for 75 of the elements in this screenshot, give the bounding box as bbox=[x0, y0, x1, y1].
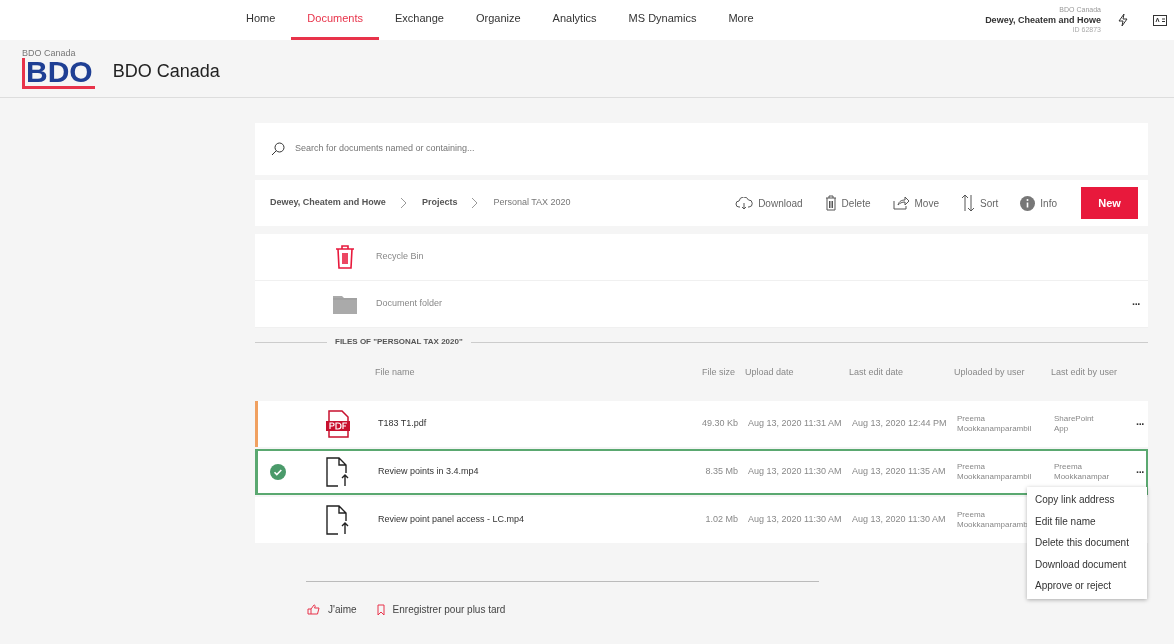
table-cell: Preema Mookkanamparambil bbox=[957, 414, 1032, 434]
nav-tab[interactable]: Home bbox=[230, 0, 292, 40]
section-title: FILES OF "PERSONAL TAX 2020" bbox=[334, 336, 464, 348]
more-button[interactable]: ··· bbox=[1136, 463, 1151, 481]
lightning-icon[interactable] bbox=[1117, 13, 1129, 27]
toolbar-button[interactable]: Delete bbox=[824, 195, 871, 211]
nav-tab[interactable]: MS Dynamics bbox=[612, 0, 713, 40]
toolbar-button[interactable]: Move bbox=[892, 195, 939, 211]
pdf-file-icon bbox=[326, 410, 350, 438]
table-cell-text: Aug 13, 2020 11:30 AM bbox=[748, 513, 843, 527]
thumbs-up-icon bbox=[307, 604, 320, 615]
column-header: File size bbox=[701, 366, 736, 380]
contact-card-icon[interactable] bbox=[1153, 14, 1167, 26]
breadcrumb-link[interactable]: Projects bbox=[421, 196, 458, 210]
trash-icon bbox=[824, 195, 837, 211]
nav-tab[interactable]: Documents bbox=[291, 0, 379, 40]
toolbar-button[interactable]: Info bbox=[1020, 195, 1057, 211]
column-header: Upload date bbox=[745, 366, 795, 380]
nav-tab[interactable]: Exchange bbox=[379, 0, 460, 40]
toolbar-button[interactable]: Download bbox=[735, 195, 803, 211]
sort-icon bbox=[960, 194, 975, 212]
table-cell-text: 8.35 Mb bbox=[704, 465, 739, 479]
nav-tab[interactable]: Analytics bbox=[536, 0, 613, 40]
chevron-icon bbox=[399, 197, 408, 209]
organization-caption: BDO Canada bbox=[22, 48, 77, 58]
menu-item[interactable]: Download document bbox=[1027, 553, 1147, 575]
table-cell-text: 1.02 Mb bbox=[704, 513, 739, 527]
table-cell: Preema Mookkanamparamb bbox=[957, 510, 1028, 530]
table-cell: Preema Mookkanampar bbox=[1054, 462, 1110, 482]
table-cell-text: Aug 13, 2020 11:35 AM bbox=[852, 465, 947, 479]
logo[interactable]: BDO bbox=[22, 58, 95, 89]
folder-link[interactable]: Document folder bbox=[376, 297, 443, 311]
column-header: Last edit by user bbox=[1051, 366, 1119, 380]
table-cell-text: Aug 13, 2020 11:30 AM bbox=[852, 513, 947, 527]
folder-icon bbox=[333, 294, 357, 314]
menu-item[interactable]: Edit file name bbox=[1027, 510, 1147, 532]
share-icon bbox=[892, 196, 910, 210]
column-header: Uploaded by user bbox=[954, 366, 1026, 380]
column-header: Last edit date bbox=[849, 366, 905, 380]
nav-tab[interactable]: More bbox=[712, 0, 770, 40]
file-upload-icon bbox=[326, 505, 350, 535]
file-row[interactable]: Review points in 3.4.mp4 8.35 Mb Aug 13, 2020 11:30 AM Aug 13, 2020 11:35 AM Preema Mookkanamparambil Preema Mookkanampar ··· bbox=[255, 449, 1148, 495]
user-name: Dewey, Cheatem and Howe bbox=[985, 15, 1101, 25]
file-upload-icon bbox=[326, 457, 350, 487]
file-row[interactable]: T183 T1.pdf 49.30 Kb Aug 13, 2020 11:31 AM Aug 13, 2020 12:44 PM Preema Mookkanamparambil SharePoint App ··· bbox=[255, 401, 1148, 447]
table-cell-text: Aug 13, 2020 11:31 AM bbox=[748, 417, 843, 431]
table-cell-text: Aug 13, 2020 12:44 PM bbox=[852, 417, 948, 431]
cloud-download-icon bbox=[735, 196, 754, 210]
folder-link[interactable]: Recycle Bin bbox=[376, 250, 424, 264]
save-link[interactable]: Enregistrer pour plus tard bbox=[392, 602, 506, 617]
bookmark-icon bbox=[376, 603, 385, 616]
toolbar-button[interactable]: Sort bbox=[960, 194, 999, 212]
search-icon bbox=[271, 142, 285, 156]
nav-tab[interactable]: Organize bbox=[459, 0, 537, 40]
chevron-icon bbox=[471, 197, 480, 209]
column-header: File name bbox=[375, 366, 416, 380]
check-icon bbox=[270, 464, 286, 480]
file-name[interactable]: Review points in 3.4.mp4 bbox=[378, 465, 696, 479]
table-cell-text: 49.30 Kb bbox=[700, 417, 739, 431]
file-name[interactable]: Review point panel access - LC.mp4 bbox=[378, 513, 696, 527]
table-cell: Preema Mookkanamparambil bbox=[957, 462, 1032, 482]
more-button[interactable]: ··· bbox=[1136, 415, 1151, 433]
more-button[interactable]: ··· bbox=[1132, 295, 1140, 313]
file-name[interactable]: T183 T1.pdf bbox=[378, 417, 696, 431]
breadcrumb-link[interactable]: Personal TAX 2020 bbox=[493, 196, 571, 210]
page-title: BDO Canada bbox=[112, 60, 220, 83]
new-button[interactable]: New bbox=[1081, 187, 1138, 219]
breadcrumb-link[interactable]: Dewey, Cheatem and Howe bbox=[270, 196, 386, 210]
like-link[interactable]: J'aime bbox=[328, 602, 357, 617]
menu-item[interactable]: Approve or reject bbox=[1027, 575, 1147, 597]
search-field[interactable]: Search for documents named or containing... bbox=[255, 123, 1148, 175]
table-cell: SharePoint App bbox=[1054, 414, 1094, 434]
trash-icon bbox=[335, 244, 355, 270]
table-cell-text: Aug 13, 2020 11:30 AM bbox=[748, 465, 843, 479]
info-icon bbox=[1020, 195, 1036, 211]
